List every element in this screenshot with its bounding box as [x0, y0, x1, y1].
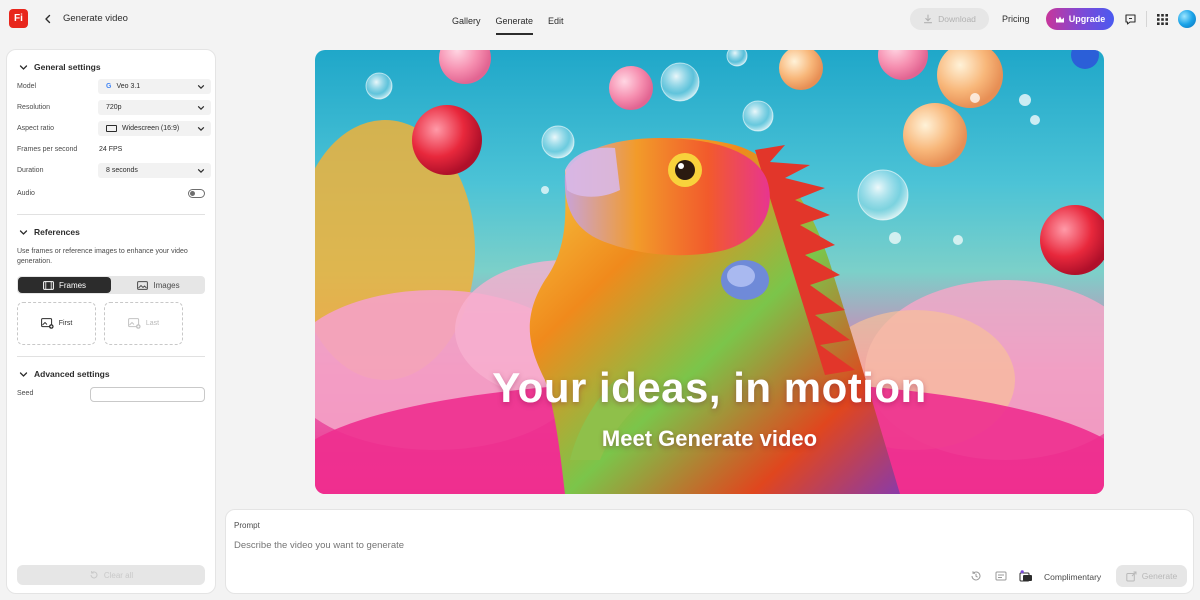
audio-label: Audio [17, 190, 35, 197]
general-settings-title: General settings [34, 62, 101, 72]
reference-mode-toggle: Frames Images [17, 276, 205, 294]
generate-button[interactable]: Generate [1116, 565, 1187, 587]
fps-label: Frames per second [17, 146, 78, 153]
references-header[interactable]: References [19, 227, 80, 237]
resolution-label: Resolution [17, 104, 51, 111]
first-frame-label: First [58, 320, 73, 327]
app-logo-text: Fi [14, 13, 23, 24]
prompt-panel: Prompt Complimentary Generate [225, 509, 1194, 594]
complimentary-label: Complimentary [1044, 572, 1102, 582]
credits-button[interactable] [1018, 568, 1034, 584]
tab-generate[interactable]: Generate [495, 16, 533, 35]
references-description: Use frames or reference images to enhanc… [17, 248, 188, 265]
clear-all-button[interactable]: Clear all [17, 565, 205, 585]
chevron-down-icon [197, 106, 205, 111]
pricing-link[interactable]: Pricing [1002, 14, 1030, 24]
chevron-left-icon [45, 14, 51, 24]
seed-label: Seed [17, 390, 34, 397]
upgrade-label: Upgrade [1068, 14, 1106, 24]
resolution-value: 720p [106, 104, 122, 111]
apps-button[interactable] [1153, 10, 1171, 28]
tab-edit[interactable]: Edit [548, 16, 564, 35]
header-divider [1146, 11, 1147, 27]
aspect-ratio-value: Widescreen (16:9) [122, 125, 180, 132]
add-image-icon [40, 318, 54, 329]
references-title: References [34, 227, 80, 237]
model-label: Model [17, 83, 37, 90]
tab-gallery[interactable]: Gallery [452, 16, 481, 35]
model-value: Veo 3.1 [116, 83, 141, 90]
upgrade-button[interactable]: Upgrade [1046, 8, 1114, 30]
chevron-down-icon [19, 64, 28, 70]
back-button[interactable] [40, 11, 56, 27]
divider [17, 356, 205, 357]
main-nav: Gallery Generate Edit [452, 16, 579, 35]
crown-icon [1055, 16, 1064, 22]
advanced-settings-title: Advanced settings [34, 369, 110, 379]
advanced-settings-header[interactable]: Advanced settings [19, 369, 110, 379]
avatar[interactable] [1178, 10, 1196, 28]
widescreen-icon [106, 125, 117, 132]
images-icon [137, 280, 149, 290]
last-frame-label: Last [145, 320, 160, 327]
chevron-down-icon [197, 85, 205, 90]
resolution-select[interactable]: 720p [98, 100, 211, 115]
generate-label: Generate [1141, 571, 1178, 581]
aspect-ratio-select[interactable]: Widescreen (16:9) [98, 121, 211, 136]
chevron-down-icon [197, 127, 205, 132]
download-label: Download [938, 14, 976, 24]
chevron-down-icon [19, 229, 28, 235]
generate-icon [1126, 571, 1137, 581]
chevron-down-icon [197, 169, 205, 174]
history-icon [971, 571, 981, 581]
tab-frames[interactable]: Frames [18, 277, 111, 293]
duration-label: Duration [17, 167, 44, 174]
duration-value: 8 seconds [106, 167, 138, 174]
model-select[interactable]: G Veo 3.1 [98, 79, 211, 94]
tab-frames-label: Frames [58, 280, 87, 290]
duration-select[interactable]: 8 seconds [98, 163, 211, 178]
divider [17, 214, 205, 215]
hero-banner: Your ideas, in motion Meet Generate vide… [315, 50, 1104, 494]
film-icon [43, 280, 54, 290]
sliders-icon [995, 571, 1007, 581]
clear-all-label: Clear all [103, 570, 134, 580]
seed-input[interactable] [90, 387, 205, 402]
google-icon: G [106, 83, 112, 90]
prompt-label: Prompt [234, 521, 260, 530]
first-frame-slot[interactable]: First [17, 302, 96, 345]
credits-icon [1019, 570, 1032, 582]
tab-images-label: Images [153, 280, 180, 290]
tab-images[interactable]: Images [112, 276, 205, 294]
prompt-settings-button[interactable] [993, 568, 1009, 584]
add-image-icon [127, 318, 141, 329]
chevron-down-icon [19, 371, 28, 377]
fps-value: 24 FPS [99, 146, 123, 153]
prompt-input[interactable] [234, 540, 834, 551]
page-title: Generate video [63, 13, 128, 24]
hero-title: Your ideas, in motion [492, 364, 927, 411]
download-icon [924, 14, 933, 24]
chat-bubble-icon [1124, 13, 1136, 25]
apps-grid-icon [1156, 13, 1168, 25]
hero-subtitle: Meet Generate video [601, 426, 818, 451]
general-settings-header[interactable]: General settings [19, 62, 101, 72]
reset-icon [90, 571, 98, 579]
download-button[interactable]: Download [910, 8, 989, 30]
audio-toggle[interactable] [188, 189, 205, 198]
top-bar: Fi Generate video Gallery Generate Edit … [0, 0, 1200, 38]
settings-panel: General settings Model G Veo 3.1 Resolut… [6, 49, 216, 594]
last-frame-slot[interactable]: Last [104, 302, 183, 345]
history-button[interactable] [968, 568, 984, 584]
app-logo[interactable]: Fi [9, 9, 28, 28]
feedback-button[interactable] [1121, 10, 1139, 28]
aspect-ratio-label: Aspect ratio [17, 125, 54, 132]
